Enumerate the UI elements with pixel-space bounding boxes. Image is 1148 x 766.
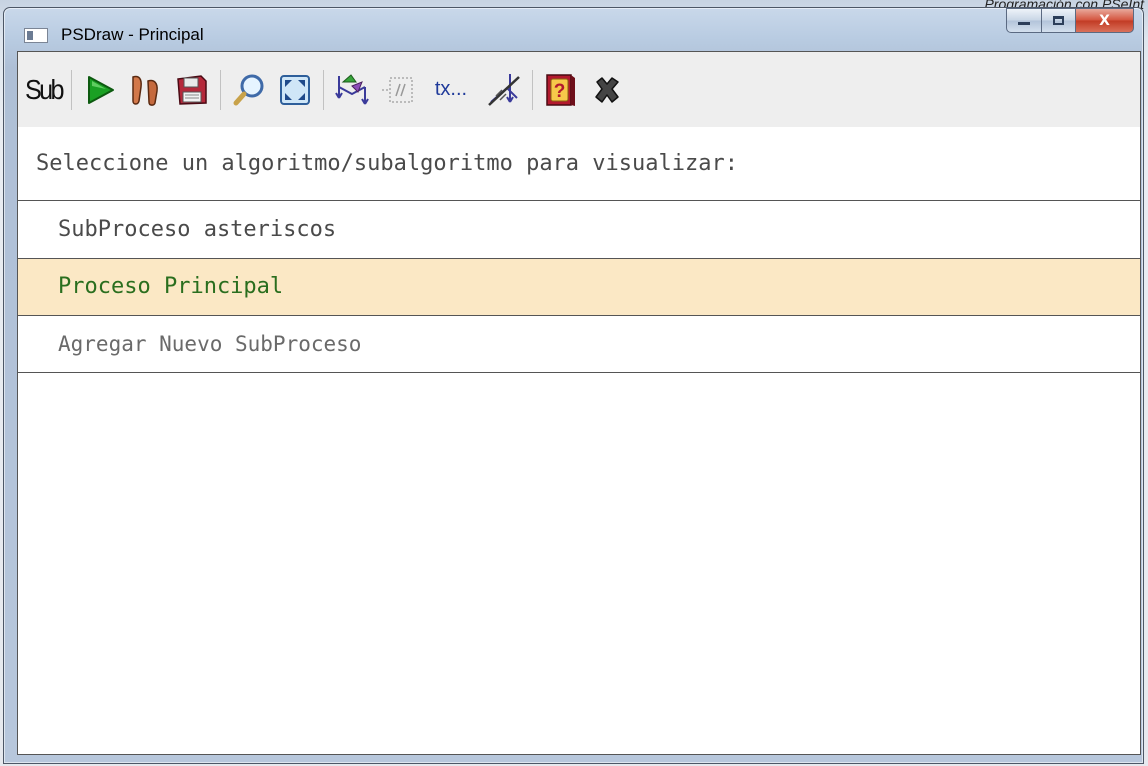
toolbar: Sub tx... ?: [18, 52, 1140, 127]
help-icon: ?: [546, 73, 575, 106]
maximize-button[interactable]: [1042, 8, 1076, 33]
step-button[interactable]: [127, 71, 165, 109]
toolbar-separator: [532, 69, 533, 110]
toolbar-separator: [323, 69, 324, 110]
close-window-button[interactable]: X: [1076, 8, 1134, 33]
comment-icon: [382, 76, 413, 103]
list-item-subproceso-asteriscos[interactable]: SubProceso asteriscos: [18, 202, 1140, 259]
fit-icon: [280, 74, 310, 105]
zoom-button[interactable]: [230, 71, 268, 109]
svg-text:?: ?: [554, 81, 566, 102]
fit-button[interactable]: [276, 71, 314, 109]
delete-shape-icon: [488, 73, 520, 106]
client-area: Sub tx... ? Seleccione un algoritmo/suba…: [17, 51, 1141, 755]
delete-shape-button[interactable]: [485, 71, 523, 109]
minimize-icon: [1018, 22, 1030, 25]
sub-button[interactable]: Sub: [24, 71, 64, 109]
maximize-icon: [1053, 16, 1064, 25]
sub-label: Sub: [24, 73, 64, 105]
run-button[interactable]: [81, 71, 119, 109]
help-button[interactable]: ?: [542, 71, 580, 109]
zoom-icon: [233, 74, 264, 105]
toolbar-separator: [220, 69, 221, 110]
text-icon-label: tx...: [434, 78, 468, 100]
add-subprocess-item[interactable]: Agregar Nuevo SubProceso: [18, 316, 1140, 373]
minimize-button[interactable]: [1006, 8, 1042, 33]
close-button[interactable]: [588, 71, 626, 109]
toolbar-separator: [71, 69, 72, 110]
selection-prompt: Seleccione un algoritmo/subalgoritmo par…: [18, 127, 1140, 201]
text-button[interactable]: tx...: [425, 71, 477, 109]
close-icon: [595, 76, 619, 103]
flowchart-icon: [335, 73, 369, 105]
algorithm-list: SubProceso asteriscos Proceso Principal …: [18, 202, 1140, 373]
close-window-label: X: [1099, 12, 1110, 29]
window-title: PSDraw - Principal: [61, 25, 204, 44]
comment-button[interactable]: [379, 71, 417, 109]
flowchart-button[interactable]: [333, 71, 371, 109]
run-icon: [88, 75, 114, 104]
app-icon[interactable]: [24, 28, 48, 43]
save-button[interactable]: [173, 71, 211, 109]
step-icon: [132, 75, 158, 106]
save-icon: [177, 74, 207, 105]
list-item-proceso-principal[interactable]: Proceso Principal: [18, 259, 1140, 316]
window-controls: X: [1006, 8, 1134, 36]
